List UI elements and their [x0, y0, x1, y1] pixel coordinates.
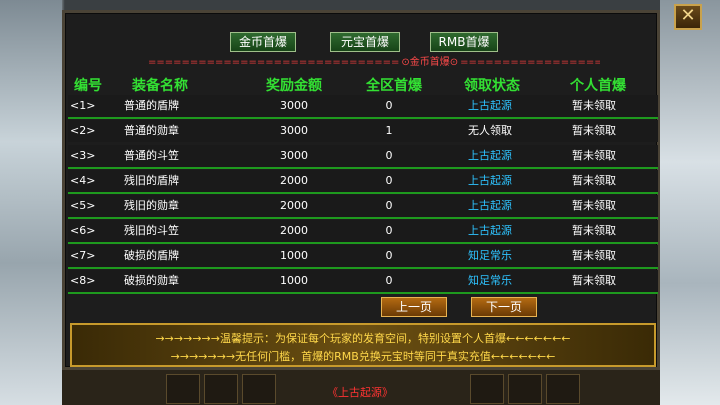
table-row: <6> 残旧的斗笠 2000 0 上古起源 暂未领取 — [68, 220, 658, 244]
row-server-first: 0 — [385, 99, 393, 112]
section-title: ============================== ⊙金币首爆⊙ ====… — [148, 56, 600, 70]
row-claim-status[interactable]: 知足常乐 — [458, 270, 522, 292]
row-personal-first[interactable]: 暂未领取 — [562, 270, 626, 292]
row-no: <6> — [70, 224, 96, 237]
item-slot[interactable] — [546, 374, 580, 404]
row-reward: 2000 — [280, 224, 308, 237]
row-server-first: 0 — [385, 174, 393, 187]
header-reward: 奖励金额 — [266, 78, 322, 94]
item-slot[interactable] — [204, 374, 238, 404]
item-slot[interactable] — [166, 374, 200, 404]
table-row: <2> 普通的勋章 3000 1 无人领取 暂未领取 — [68, 120, 658, 142]
row-no: <2> — [70, 124, 96, 137]
close-icon: ✕ — [680, 5, 696, 26]
header-server-first: 全区首爆 — [366, 78, 422, 94]
row-server-first: 0 — [385, 249, 393, 262]
row-item-name: 残旧的勋章 — [124, 199, 179, 212]
row-no: <8> — [70, 274, 96, 287]
table-row: <8> 破损的勋章 1000 0 知足常乐 暂未领取 — [68, 270, 658, 294]
row-personal-first[interactable]: 暂未领取 — [562, 170, 626, 192]
row-claim-status[interactable]: 上古起源 — [458, 170, 522, 192]
row-server-first: 0 — [385, 149, 393, 162]
tab-rmb-first-drop[interactable]: RMB首爆 — [430, 32, 498, 52]
row-claim-status[interactable]: 上古起源 — [458, 145, 522, 167]
row-no: <5> — [70, 199, 96, 212]
title-right-rule: ============================== — [460, 57, 600, 68]
table-row: <1> 普通的盾牌 3000 0 上古起源 暂未领取 — [68, 95, 658, 119]
row-reward: 2000 — [280, 199, 308, 212]
tip-line-1: →→→→→→→温馨提示：为保证每个玩家的发育空间，特别设置个人首爆←←←←←←← — [155, 332, 571, 345]
header-no: 编号 — [74, 78, 102, 94]
row-personal-first[interactable]: 暂未领取 — [562, 95, 626, 117]
row-claim-status[interactable]: 上古起源 — [458, 195, 522, 217]
item-slot[interactable] — [242, 374, 276, 404]
row-reward: 1000 — [280, 249, 308, 262]
row-claim-status[interactable]: 知足常乐 — [458, 245, 522, 267]
header-personal-first: 个人首爆 — [570, 78, 626, 94]
header-name: 装备名称 — [132, 78, 188, 94]
row-reward: 3000 — [280, 99, 308, 112]
row-claim-status[interactable]: 上古起源 — [458, 220, 522, 242]
tab-ingot-first-drop[interactable]: 元宝首爆 — [330, 32, 400, 52]
tip-line-2: →→→→→→→无任何门槛，首爆的RMB兑换元宝时等同于真实充值←←←←←←← — [170, 350, 556, 363]
table-row: <5> 残旧的勋章 2000 0 上古起源 暂未领取 — [68, 195, 658, 219]
row-personal-first[interactable]: 暂未领取 — [562, 195, 626, 217]
row-reward: 3000 — [280, 149, 308, 162]
row-no: <3> — [70, 149, 96, 162]
background-right — [660, 0, 720, 405]
next-page-button[interactable]: 下一页 — [471, 297, 537, 317]
title-left-rule: ============================== — [148, 57, 400, 68]
row-server-first: 0 — [385, 224, 393, 237]
row-no: <7> — [70, 249, 96, 262]
row-item-name: 破损的盾牌 — [124, 249, 179, 262]
prev-page-button[interactable]: 上一页 — [381, 297, 447, 317]
row-item-name: 残旧的斗笠 — [124, 224, 179, 237]
row-item-name: 残旧的盾牌 — [124, 174, 179, 187]
row-server-first: 0 — [385, 199, 393, 212]
row-server-first: 1 — [385, 124, 393, 137]
row-claim-status[interactable]: 上古起源 — [458, 95, 522, 117]
row-reward: 3000 — [280, 124, 308, 137]
row-reward: 1000 — [280, 274, 308, 287]
row-personal-first[interactable]: 暂未领取 — [562, 220, 626, 242]
row-personal-first[interactable]: 暂未领取 — [562, 245, 626, 267]
table-row: <3> 普通的斗笠 3000 0 上古起源 暂未领取 — [68, 145, 658, 169]
header-claim-status: 领取状态 — [464, 78, 520, 94]
table-row: <7> 破损的盾牌 1000 0 知足常乐 暂未领取 — [68, 245, 658, 269]
item-slot[interactable] — [470, 374, 504, 404]
row-item-name: 破损的勋章 — [124, 274, 179, 287]
item-slot[interactable] — [508, 374, 542, 404]
table-row: <4> 残旧的盾牌 2000 0 上古起源 暂未领取 — [68, 170, 658, 194]
row-personal-first[interactable]: 暂未领取 — [562, 120, 626, 142]
row-server-first: 0 — [385, 274, 393, 287]
close-button[interactable]: ✕ — [674, 4, 702, 30]
row-reward: 2000 — [280, 174, 308, 187]
row-item-name: 普通的斗笠 — [124, 149, 179, 162]
row-claim-status[interactable]: 无人领取 — [458, 120, 522, 142]
background-left — [0, 0, 62, 405]
tab-gold-first-drop[interactable]: 金币首爆 — [230, 32, 296, 52]
row-no: <1> — [70, 99, 96, 112]
game-title-label: 《上古起源》 — [327, 386, 393, 399]
row-personal-first[interactable]: 暂未领取 — [562, 145, 626, 167]
tip-box: →→→→→→→温馨提示：为保证每个玩家的发育空间，特别设置个人首爆←←←←←←←… — [70, 323, 656, 367]
row-no: <4> — [70, 174, 96, 187]
section-title-text: ⊙金币首爆⊙ — [401, 57, 459, 68]
row-item-name: 普通的盾牌 — [124, 99, 179, 112]
row-item-name: 普通的勋章 — [124, 124, 179, 137]
